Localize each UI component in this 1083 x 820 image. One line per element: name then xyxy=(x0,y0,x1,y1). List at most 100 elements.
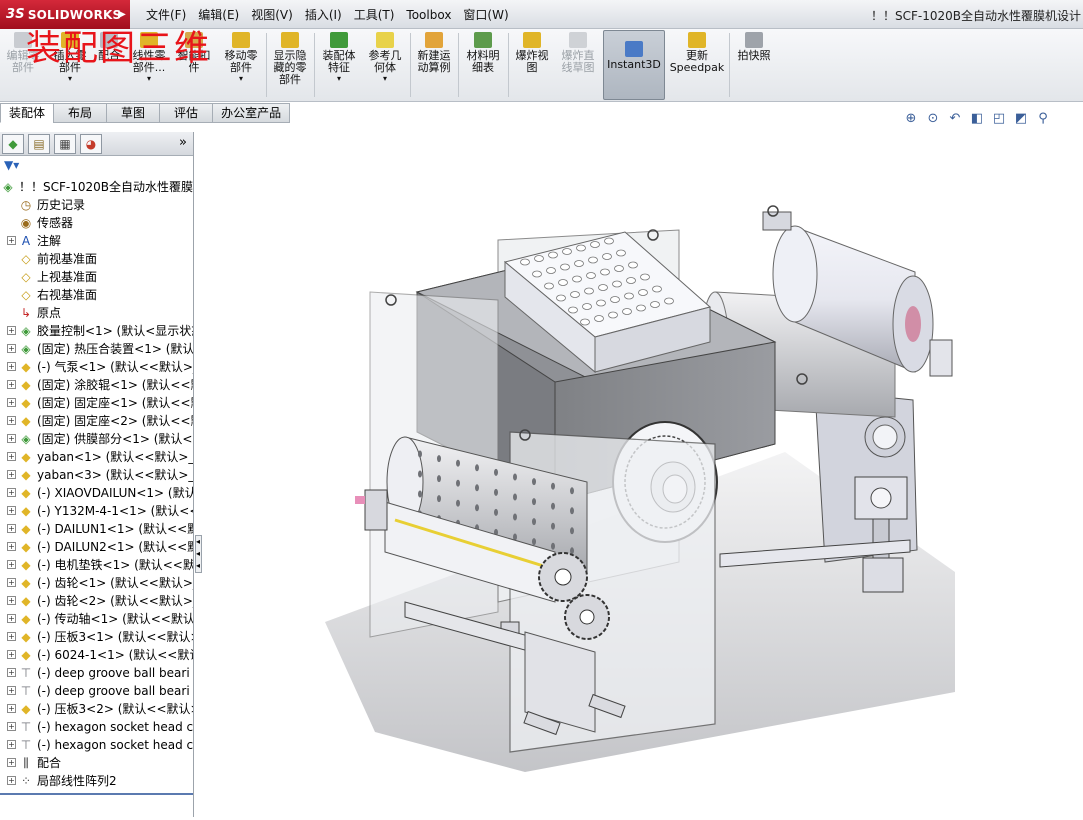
configuration-manager-tab-icon[interactable]: ▦ xyxy=(54,134,76,154)
tree-item[interactable]: + ◆ yaban<3> (默认<<默认>_显 xyxy=(0,466,193,484)
tree-item[interactable]: + ◆ (-) Y132M-4-1<1> (默认<< xyxy=(0,502,193,520)
update-speedpak-button[interactable]: 更新 Speedpak xyxy=(668,32,726,100)
take-snapshot-button[interactable]: 拍快照 xyxy=(733,32,775,100)
expand-toggle-icon[interactable]: + xyxy=(7,740,16,749)
tree-item[interactable]: + ◈ (固定) 供膜部分<1> (默认<显 xyxy=(0,430,193,448)
tree-item[interactable]: + ◆ (固定) 固定座<2> (默认<<默 xyxy=(0,412,193,430)
tree-item[interactable]: + A 注解 xyxy=(0,232,193,250)
hide-show-icon[interactable]: ⚲ xyxy=(1035,111,1051,127)
filter-icon[interactable]: ▼▾ xyxy=(4,158,19,172)
tree-item[interactable]: + ⁘ 局部线性阵列2 xyxy=(0,772,193,790)
tree-item[interactable]: + ◆ (-) 6024-1<1> (默认<<默认 xyxy=(0,646,193,664)
expand-toggle-icon[interactable]: + xyxy=(7,668,16,677)
menu-toolbox[interactable]: Toolbox xyxy=(400,8,457,22)
expand-toggle-icon[interactable]: + xyxy=(7,614,16,623)
tree-item[interactable]: + ◆ (-) 齿轮<1> (默认<<默认>_ xyxy=(0,574,193,592)
expand-toggle-icon[interactable]: + xyxy=(7,650,16,659)
explode-line-sketch-button[interactable]: 爆炸直 线草图 xyxy=(556,32,600,100)
move-component-button[interactable]: 移动零 部件 ▾ xyxy=(220,32,262,100)
tree-item[interactable]: + ⫼ 配合 xyxy=(0,754,193,772)
instant3d-button[interactable]: Instant3D xyxy=(603,30,665,100)
tab-office-products[interactable]: 办公室产品 xyxy=(212,103,291,123)
tree-item[interactable]: + ⊤ (-) hexagon socket head c xyxy=(0,718,193,736)
expand-toggle-icon[interactable]: + xyxy=(7,560,16,569)
tree-item[interactable]: ◉ 传感器 xyxy=(0,214,193,232)
menu-view[interactable]: 视图(V) xyxy=(245,6,299,23)
property-manager-tab-icon[interactable]: ▤ xyxy=(28,134,50,154)
expand-toggle-icon[interactable]: + xyxy=(7,722,16,731)
expand-toggle-icon[interactable]: + xyxy=(7,488,16,497)
display-style-icon[interactable]: ◩ xyxy=(1013,111,1029,127)
expand-toggle-icon[interactable]: + xyxy=(7,776,16,785)
tree-item[interactable]: + ◆ (-) 传动轴<1> (默认<<默认 xyxy=(0,610,193,628)
show-hidden-components-button[interactable]: 显示隐 藏的零 部件 xyxy=(269,32,311,100)
display-manager-tab-icon[interactable]: ◕ xyxy=(80,134,102,154)
expand-toggle-icon[interactable]: + xyxy=(7,470,16,479)
linear-pattern-caret-icon[interactable]: ▾ xyxy=(147,74,151,83)
expand-toggle-icon[interactable]: + xyxy=(7,398,16,407)
tab-sketch[interactable]: 草图 xyxy=(106,103,161,123)
expand-toggle-icon[interactable]: + xyxy=(7,596,16,605)
tab-layout[interactable]: 布局 xyxy=(53,103,108,123)
bill-of-materials-button[interactable]: 材料明 细表 xyxy=(461,32,505,100)
expand-toggle-icon[interactable]: + xyxy=(7,578,16,587)
expand-toggle-icon[interactable]: + xyxy=(7,452,16,461)
assembly-model-render[interactable] xyxy=(195,132,1083,817)
expand-toggle-icon[interactable]: + xyxy=(7,686,16,695)
tree-item[interactable]: ◈ ！！SCF-1020B全自动水性覆膜机 xyxy=(0,178,193,196)
expand-toggle-icon[interactable]: + xyxy=(7,380,16,389)
exploded-view-button[interactable]: 爆炸视图 xyxy=(511,32,553,100)
tree-item[interactable]: + ◈ 胶量控制<1> (默认<显示状态 xyxy=(0,322,193,340)
insert-components-caret-icon[interactable]: ▾ xyxy=(68,74,72,83)
expand-toggle-icon[interactable]: + xyxy=(7,704,16,713)
expand-toggle-icon[interactable]: + xyxy=(7,506,16,515)
tree-item[interactable]: + ◆ (-) 齿轮<2> (默认<<默认>_ xyxy=(0,592,193,610)
tree-item[interactable]: + ⊤ (-) hexagon socket head c xyxy=(0,736,193,754)
assembly-features-caret-icon[interactable]: ▾ xyxy=(337,74,341,83)
tree-item[interactable]: + ◆ (-) DAILUN1<1> (默认<<默 xyxy=(0,520,193,538)
tree-item[interactable]: ◷ 历史记录 xyxy=(0,196,193,214)
tree-item[interactable]: + ◆ (-) XIAOVDAILUN<1> (默认 xyxy=(0,484,193,502)
move-component-caret-icon[interactable]: ▾ xyxy=(239,74,243,83)
tab-evaluate[interactable]: 评估 xyxy=(159,103,214,123)
tree-item[interactable]: + ◆ (-) 压板3<1> (默认<<默认> xyxy=(0,628,193,646)
more-tabs-icon[interactable]: » xyxy=(179,135,187,150)
reference-geometry-button[interactable]: 参考几 何体 ▾ xyxy=(364,32,406,100)
tab-assembly[interactable]: 装配体 xyxy=(0,103,55,123)
tree-item[interactable]: + ◆ (-) 电机垫铁<1> (默认<<默认 xyxy=(0,556,193,574)
expand-toggle-icon[interactable]: + xyxy=(7,524,16,533)
tree-item[interactable]: + ◆ (-) DAILUN2<1> (默认<<默 xyxy=(0,538,193,556)
expand-toggle-icon[interactable]: + xyxy=(7,632,16,641)
logo-menu-arrow-icon[interactable]: ▶ xyxy=(118,9,126,20)
expand-toggle-icon[interactable]: + xyxy=(7,758,16,767)
menu-insert[interactable]: 插入(I) xyxy=(299,6,348,23)
menu-window[interactable]: 窗口(W) xyxy=(457,6,514,23)
section-view-icon[interactable]: ◧ xyxy=(969,111,985,127)
tree-item[interactable]: + ◆ (固定) 固定座<1> (默认<<默 xyxy=(0,394,193,412)
tree-item[interactable]: ◇ 右视基准面 xyxy=(0,286,193,304)
new-motion-study-button[interactable]: 新建运 动算例 xyxy=(413,32,455,100)
view-orientation-icon[interactable]: ◰ xyxy=(991,111,1007,127)
tree-item[interactable]: + ◆ (-) 压板3<2> (默认<<默认> xyxy=(0,700,193,718)
expand-toggle-icon[interactable]: + xyxy=(7,434,16,443)
tree-item[interactable]: ◇ 前视基准面 xyxy=(0,250,193,268)
expand-toggle-icon[interactable]: + xyxy=(7,344,16,353)
tree-item[interactable]: + ◈ (固定) 热压合装置<1> (默认< xyxy=(0,340,193,358)
tree-item[interactable]: ↳ 原点 xyxy=(0,304,193,322)
graphics-area[interactable] xyxy=(195,132,1083,817)
expand-toggle-icon[interactable]: + xyxy=(7,236,16,245)
tree-item[interactable]: + ◆ yaban<1> (默认<<默认>_显 xyxy=(0,448,193,466)
expand-toggle-icon[interactable]: + xyxy=(7,416,16,425)
reference-geometry-caret-icon[interactable]: ▾ xyxy=(383,74,387,83)
previous-view-icon[interactable]: ↶ xyxy=(947,111,963,127)
tree-item[interactable]: + ◆ (-) 气泵<1> (默认<<默认>_ xyxy=(0,358,193,376)
panel-collapse-handle[interactable]: ◂ ◂ ◂ xyxy=(195,535,202,573)
tree-item[interactable]: ◇ 上视基准面 xyxy=(0,268,193,286)
zoom-area-icon[interactable]: ⊙ xyxy=(925,111,941,127)
expand-toggle-icon[interactable]: + xyxy=(7,326,16,335)
menu-tools[interactable]: 工具(T) xyxy=(348,6,401,23)
expand-toggle-icon[interactable]: + xyxy=(7,542,16,551)
feature-tree-tab-icon[interactable]: ◆ xyxy=(2,134,24,154)
tree-item[interactable]: + ⊤ (-) deep groove ball beari xyxy=(0,664,193,682)
expand-toggle-icon[interactable]: + xyxy=(7,362,16,371)
